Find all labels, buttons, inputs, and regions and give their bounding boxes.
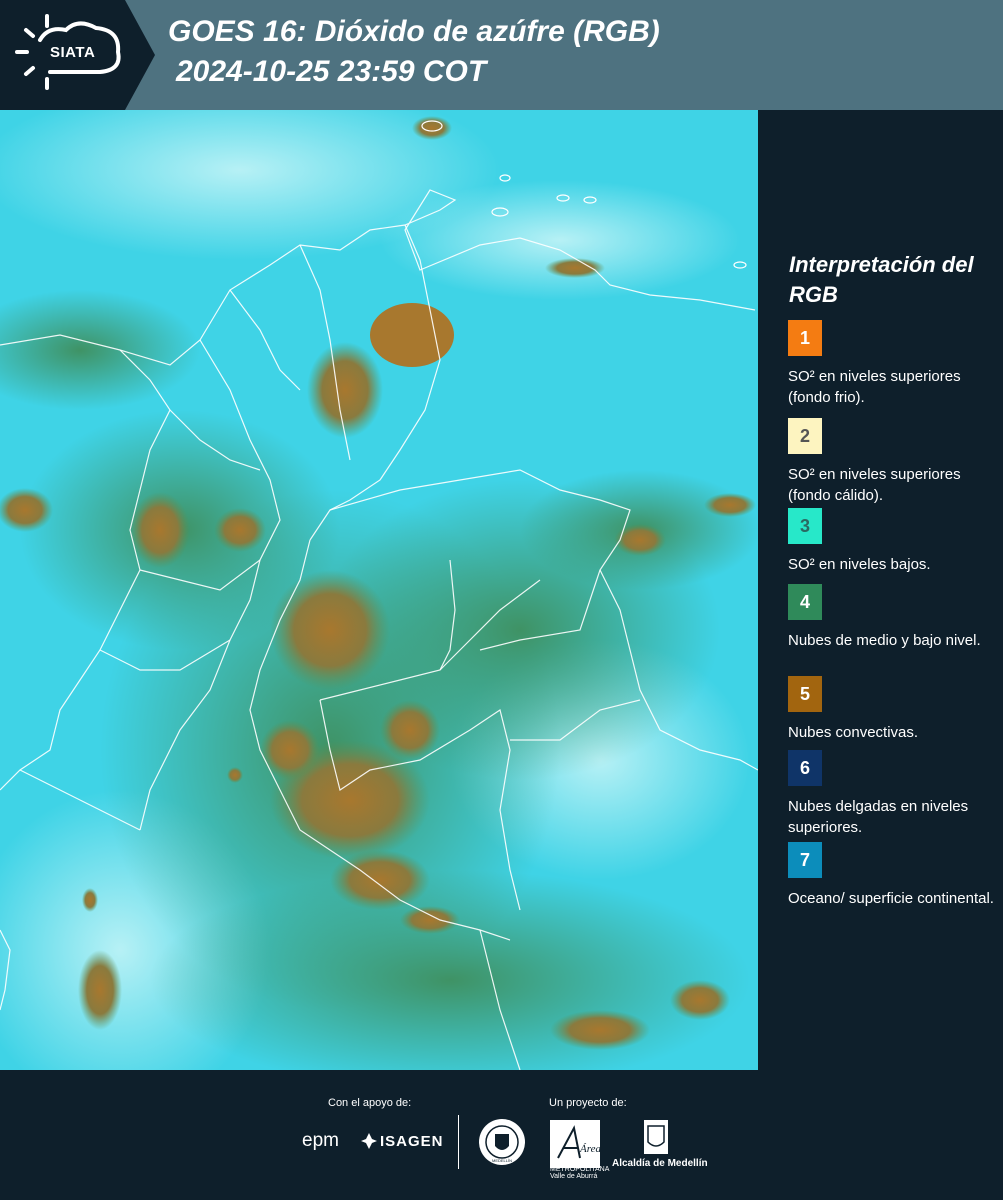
- legend-panel: Interpretación del RGB 1 SO² en niveles …: [758, 110, 1003, 1070]
- legend-text-3: SO² en niveles bajos.: [788, 556, 931, 573]
- legend-swatch-4: 4: [788, 584, 822, 620]
- legend-swatch-7: 7: [788, 842, 822, 878]
- legend-swatch-2: 2: [788, 418, 822, 454]
- area-metropolitana-label: METROPOLITANA Valle de Aburrá: [550, 1166, 609, 1180]
- legend-text-5: Nubes convectivas.: [788, 724, 919, 741]
- project-label: Un proyecto de:: [549, 1097, 627, 1109]
- legend-item-7: 7 Oceano/ superficie continental.: [788, 842, 998, 909]
- seal-label: MEDELLÍN: [492, 1158, 512, 1163]
- legend-text-7: Oceano/ superficie continental.: [788, 890, 994, 907]
- legend-item-3: 3 SO² en niveles bajos.: [788, 508, 998, 575]
- satellite-map: [0, 110, 758, 1070]
- isagen-logo: ISAGEN: [380, 1133, 444, 1150]
- legend-swatch-3: 3: [788, 508, 822, 544]
- legend-title: Interpretación del RGB: [789, 252, 974, 307]
- legend-swatch-1: 1: [788, 320, 822, 356]
- area-logo-icon: Área: [557, 1125, 601, 1159]
- area-metropolitana-logo: Área: [550, 1120, 601, 1168]
- header-bar: SIATA GOES 16: Dióxido de azúfre (RGB) 2…: [0, 0, 1003, 110]
- legend-swatch-6: 6: [788, 750, 822, 786]
- alcaldia-label: Alcaldía de Medellín: [612, 1158, 708, 1169]
- footer-divider: [458, 1115, 459, 1169]
- legend-item-5: 5 Nubes convectivas.: [788, 676, 998, 743]
- isagen-icon: [361, 1133, 377, 1149]
- legend-item-4: 4 Nubes de medio y bajo nivel.: [788, 584, 998, 651]
- legend-item-1: 1 SO² en niveles superiores (fondo frio)…: [788, 320, 998, 408]
- alcaldia-shield-icon: [644, 1120, 668, 1154]
- page-title: GOES 16: Dióxido de azúfre (RGB): [168, 15, 660, 48]
- legend-text-6: Nubes delgadas en niveles superiores.: [788, 798, 969, 836]
- legend-text-4: Nubes de medio y bajo nivel.: [788, 632, 981, 649]
- medellin-seal-icon: MEDELLÍN: [479, 1119, 525, 1165]
- legend-text-1: SO² en niveles superiores (fondo frio).: [788, 368, 961, 406]
- area-logo-label: Área: [579, 1143, 600, 1155]
- page-subtitle: 2024-10-25 23:59 COT: [176, 55, 487, 88]
- logo-label: SIATA: [50, 44, 96, 61]
- siata-logo: SIATA: [0, 0, 155, 110]
- support-label: Con el apoyo de:: [328, 1097, 412, 1109]
- epm-logo: epm: [302, 1130, 339, 1151]
- footer: Con el apoyo de: Un proyecto de: epm ISA…: [0, 1070, 1003, 1200]
- legend-text-2: SO² en niveles superiores (fondo cálido)…: [788, 466, 961, 504]
- legend-item-2: 2 SO² en niveles superiores (fondo cálid…: [788, 418, 998, 506]
- legend-swatch-5: 5: [788, 676, 822, 712]
- legend-item-6: 6 Nubes delgadas en niveles superiores.: [788, 750, 998, 838]
